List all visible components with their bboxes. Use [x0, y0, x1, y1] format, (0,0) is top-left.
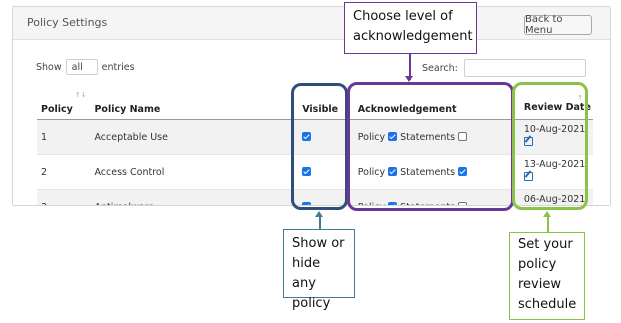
- visible-highlight: [291, 83, 348, 210]
- show-label: Show: [36, 61, 62, 73]
- review-date-highlight: [512, 82, 588, 210]
- back-to-menu-button[interactable]: Back to Menu: [524, 14, 592, 36]
- policy-id: 1: [37, 119, 91, 155]
- acknowledgement-highlight: [347, 82, 514, 211]
- left-callout-arrow: [315, 211, 323, 217]
- show-entries: Show all entries: [36, 59, 135, 75]
- sort-icon: ↑↓: [74, 91, 87, 99]
- policy-name: Acceptable Use: [90, 119, 299, 155]
- policy-id: 3: [37, 189, 91, 205]
- col-policy-name[interactable]: Policy Name: [90, 85, 299, 120]
- visibility-callout: Show or hide any policy: [283, 229, 355, 311]
- panel-title: Policy Settings: [27, 16, 108, 29]
- entries-label: entries: [101, 61, 135, 73]
- policy-name: Antimalware: [90, 189, 299, 205]
- top-callout-arrow: [405, 76, 413, 82]
- search-input[interactable]: [463, 59, 586, 77]
- search-label: Search:: [422, 62, 458, 74]
- right-callout-arrow: [543, 211, 551, 217]
- search-row: Search:: [422, 59, 586, 77]
- entries-select[interactable]: all: [65, 59, 98, 75]
- policy-name: Access Control: [90, 154, 299, 190]
- acknowledgement-callout: Choose level of acknowledgement: [344, 2, 477, 54]
- col-policy[interactable]: Policy ↑↓: [37, 85, 91, 120]
- review-callout: Set your policy review schedule: [509, 232, 585, 320]
- policy-id: 2: [37, 154, 91, 190]
- panel-header: Policy Settings Back to Menu: [13, 7, 610, 40]
